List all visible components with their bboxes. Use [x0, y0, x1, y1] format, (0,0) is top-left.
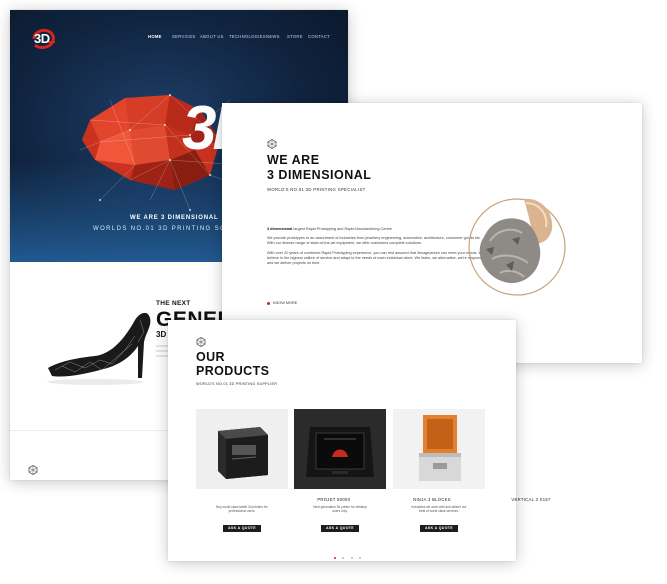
pager-dot[interactable] — [342, 557, 345, 559]
products-title-line2: PRODUCTS — [196, 364, 270, 378]
about-lead-rest: largest Rapid Prototyping and Rapid Manu… — [292, 227, 392, 231]
ask-quote-button[interactable]: ASK A QUOTE — [420, 525, 458, 532]
product-image-ninja — [294, 409, 386, 489]
nav-technologies[interactable]: TECHNOLOGIES — [229, 34, 266, 39]
pager-dot[interactable] — [359, 557, 362, 559]
about-paragraph-2: With over 20 years of combined Rapid Pro… — [267, 250, 488, 266]
hex-logo-icon — [267, 139, 277, 149]
nav-home[interactable]: HOME — [148, 34, 162, 39]
hex-logo-icon — [28, 465, 38, 475]
nav-news[interactable]: NEWS — [266, 34, 280, 39]
products-title-line1: OUR — [196, 350, 225, 364]
about-title-line2: 3 DIMENSIONAL — [267, 168, 372, 182]
hero-headline: WE ARE 3 DIMENSIONAL — [130, 215, 219, 221]
next-gen-label: THE NEXT — [156, 300, 191, 307]
products-subtitle: WORLD'S NO.01 3D PRINTING SUPPLIER — [196, 382, 278, 386]
about-subtitle: WORLD'S NO.01 3D PRINTING SPECIALIST — [267, 187, 366, 192]
products-title: OUR PRODUCTS — [196, 350, 269, 378]
product-card[interactable]: PROJET 5000X Buy world class tablet 3d p… — [196, 409, 350, 539]
nav-store[interactable]: STORE — [287, 34, 303, 39]
about-title-line1: WE ARE — [267, 153, 320, 167]
nav-services[interactable]: SERVICES — [172, 34, 196, 39]
printed-shoe-image — [47, 312, 151, 385]
product-name: VERTICAL 3 X157 — [511, 497, 551, 502]
about-lead: 3 dimensional largest Rapid Prototyping … — [267, 227, 489, 232]
pager-dot[interactable] — [350, 557, 353, 559]
hex-logo-icon — [196, 337, 206, 347]
product-description: Industries we work with and deliver our … — [411, 505, 467, 514]
carousel-pager — [333, 546, 362, 564]
ask-quote-button[interactable]: ASK A QUOTE — [223, 525, 261, 532]
about-paragraph-1: We provide prototypes to an assortment o… — [267, 236, 482, 246]
product-card[interactable]: NINJA 3 BLOCKS Next generation 3d printe… — [294, 409, 451, 539]
nav-contact[interactable]: CONTACT — [308, 34, 330, 39]
pager-dot[interactable] — [334, 557, 336, 559]
nav-about-us[interactable]: ABOUT US — [200, 34, 224, 39]
product-description: Buy world class tablet 3d printers for p… — [216, 505, 268, 514]
product-image-projet — [196, 409, 288, 489]
top-nav: HOME SERVICES ABOUT US TECHNOLOGIES NEWS… — [10, 34, 348, 44]
about-lead-bold: 3 dimensional — [267, 227, 293, 231]
know-more-link[interactable]: KNOW MORE — [267, 301, 297, 305]
hero-subline: WORLDS NO.01 3D PRINTING SOLU — [93, 226, 237, 232]
product-card[interactable]: VERTICAL 3 X157 Industries we work with … — [393, 409, 550, 539]
printed-rock-sculpture-image — [468, 198, 566, 296]
product-image-vertical — [393, 409, 485, 489]
ask-quote-button[interactable]: ASK A QUOTE — [321, 525, 359, 532]
red-dot-icon — [267, 301, 270, 305]
about-title: WE ARE 3 DIMENSIONAL — [267, 153, 371, 183]
about-body: 3 dimensional largest Rapid Prototyping … — [267, 227, 489, 270]
products-card: OUR PRODUCTS WORLD'S NO.01 3D PRINTING S… — [168, 320, 550, 564]
product-description: Next generation 3d printer for desktop u… — [313, 505, 367, 514]
know-more-label: KNOW MORE — [273, 301, 298, 305]
generation-3d-label: 3D — [156, 330, 167, 339]
